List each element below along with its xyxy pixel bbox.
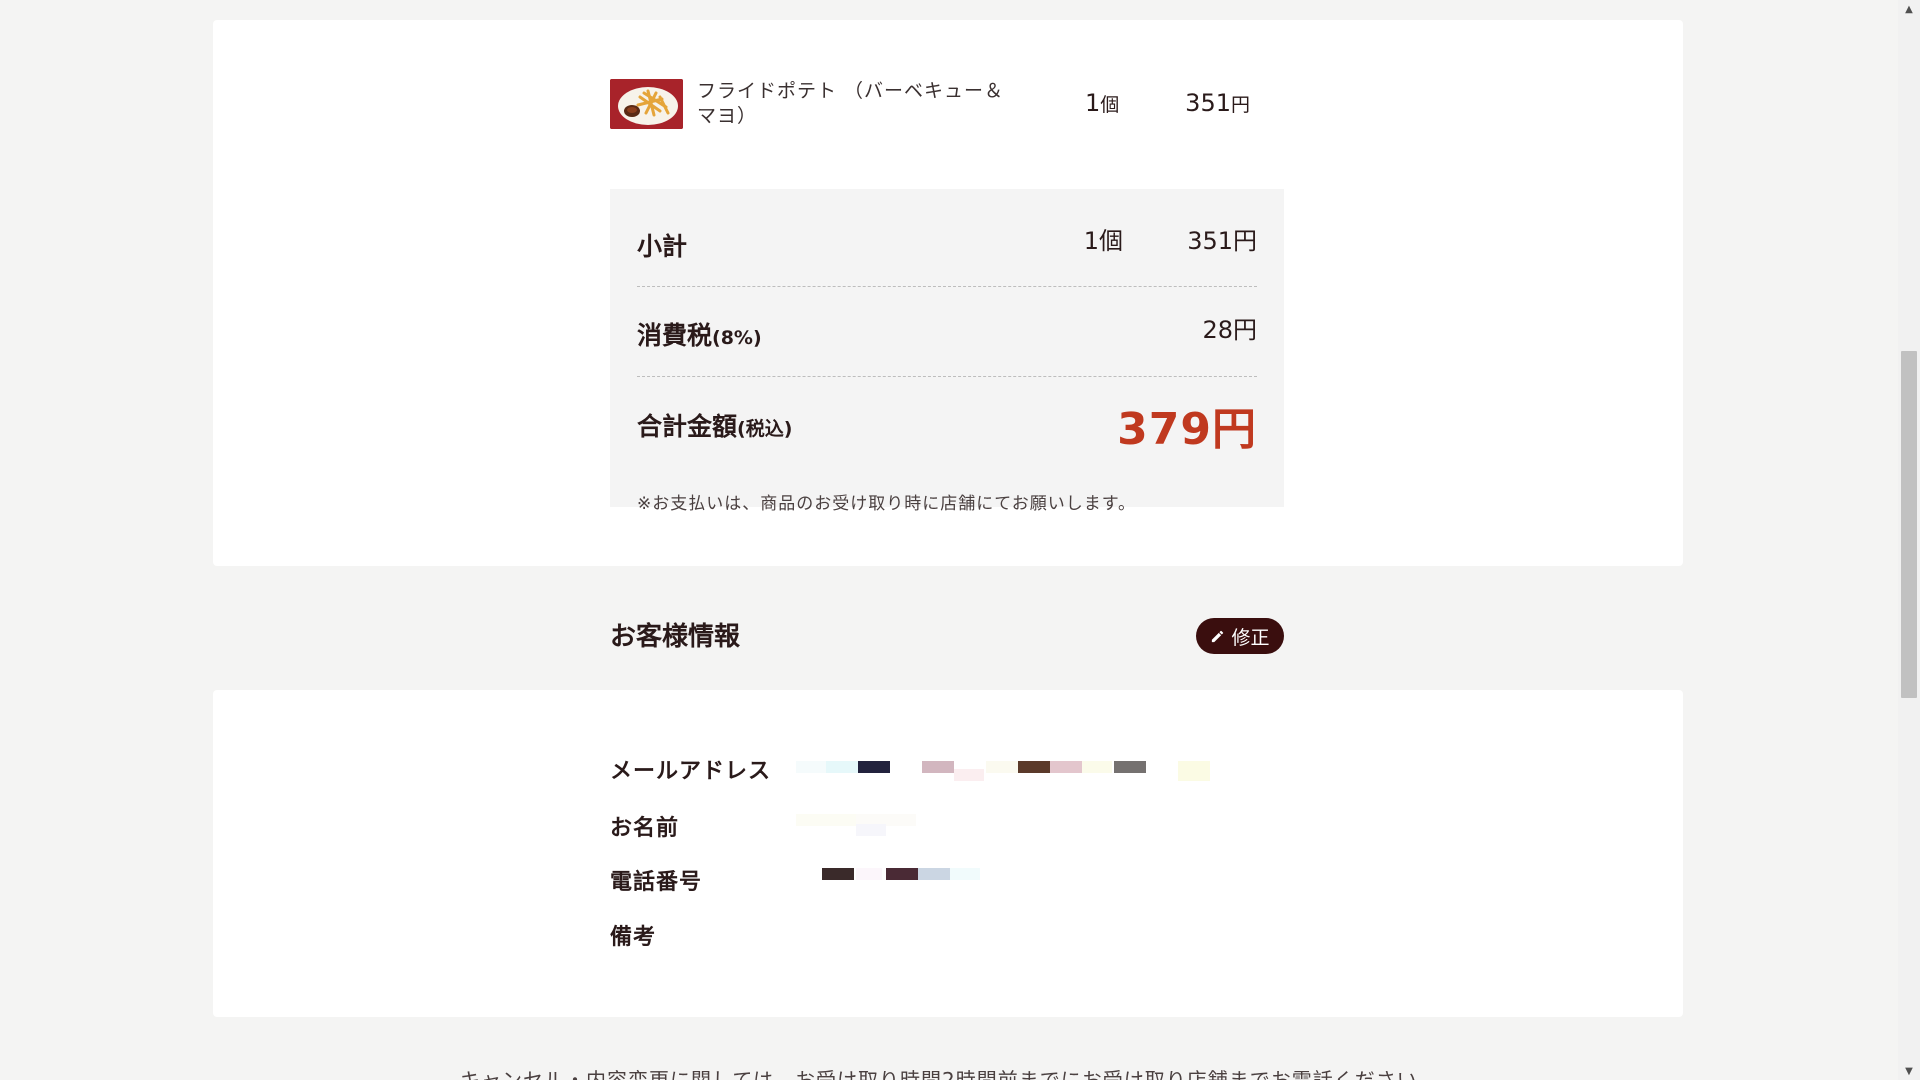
divider xyxy=(637,286,1257,287)
order-item-row: フライドポテト （バーベキュー＆マヨ） 1個 351円 xyxy=(610,79,1250,131)
page: フライドポテト （バーベキュー＆マヨ） 1個 351円 小計 1個 351円 消… xyxy=(0,0,1898,1080)
product-quantity: 1個 xyxy=(1085,89,1120,117)
total-label: 合計金額(税込) xyxy=(637,412,793,441)
subtotal-label: 小計 xyxy=(637,232,688,261)
scroll-down-arrow-icon[interactable]: ▼ xyxy=(1898,1062,1920,1080)
tax-value: 28円 xyxy=(1202,316,1257,344)
subtotal-quantity: 1個 xyxy=(1083,227,1123,255)
scroll-up-arrow-icon[interactable]: ▲ xyxy=(1898,0,1920,18)
name-value-redacted xyxy=(796,810,1246,840)
product-image xyxy=(610,79,683,129)
customer-info-header: お客様情報 修正 xyxy=(610,610,1284,654)
remarks-row: 備考 xyxy=(610,919,1510,950)
phone-row: 電話番号 xyxy=(610,864,1510,895)
vertical-scrollbar[interactable]: ▲ ▼ xyxy=(1898,0,1920,1080)
tax-label: 消費税(8%) xyxy=(637,321,762,350)
phone-value-redacted xyxy=(796,864,1246,894)
order-card: フライドポテト （バーベキュー＆マヨ） 1個 351円 小計 1個 351円 消… xyxy=(213,20,1683,566)
tax-row: 消費税(8%) 28円 xyxy=(637,310,1257,350)
total-row: 合計金額(税込) 379円 xyxy=(637,393,1257,455)
pencil-icon xyxy=(1212,630,1224,642)
name-row: お名前 xyxy=(610,810,1510,841)
name-label: お名前 xyxy=(610,816,680,841)
cancellation-note: キャンセル・内容変更に関しては、お受け取り時間2時間前までにお受け取り店舗までお… xyxy=(460,1068,1418,1080)
divider xyxy=(637,376,1257,377)
phone-label: 電話番号 xyxy=(610,870,703,895)
edit-button[interactable]: 修正 xyxy=(1196,618,1284,654)
email-label: メールアドレス xyxy=(610,759,772,784)
order-summary: 小計 1個 351円 消費税(8%) 28円 合計金額(税込) 379円 ※お支… xyxy=(610,189,1284,514)
subtotal-row: 小計 1個 351円 xyxy=(637,221,1257,261)
subtotal-value: 351円 xyxy=(1187,227,1257,255)
remarks-label: 備考 xyxy=(610,925,657,950)
email-row: メールアドレス xyxy=(610,753,1510,784)
customer-info-card: メールアドレス お名前 電話番号 備考 xyxy=(213,690,1683,1017)
edit-button-label: 修正 xyxy=(1231,626,1270,649)
scrollbar-thumb[interactable] xyxy=(1901,351,1917,698)
product-price: 351円 xyxy=(1185,89,1250,117)
total-value: 379円 xyxy=(1117,404,1257,455)
product-name: フライドポテト （バーベキュー＆マヨ） xyxy=(697,80,1005,127)
customer-info-title: お客様情報 xyxy=(610,622,741,652)
payment-note: ※お支払いは、商品のお受け取り時に店舗にてお願いします。 xyxy=(637,494,1137,514)
email-value-redacted xyxy=(796,753,1246,783)
